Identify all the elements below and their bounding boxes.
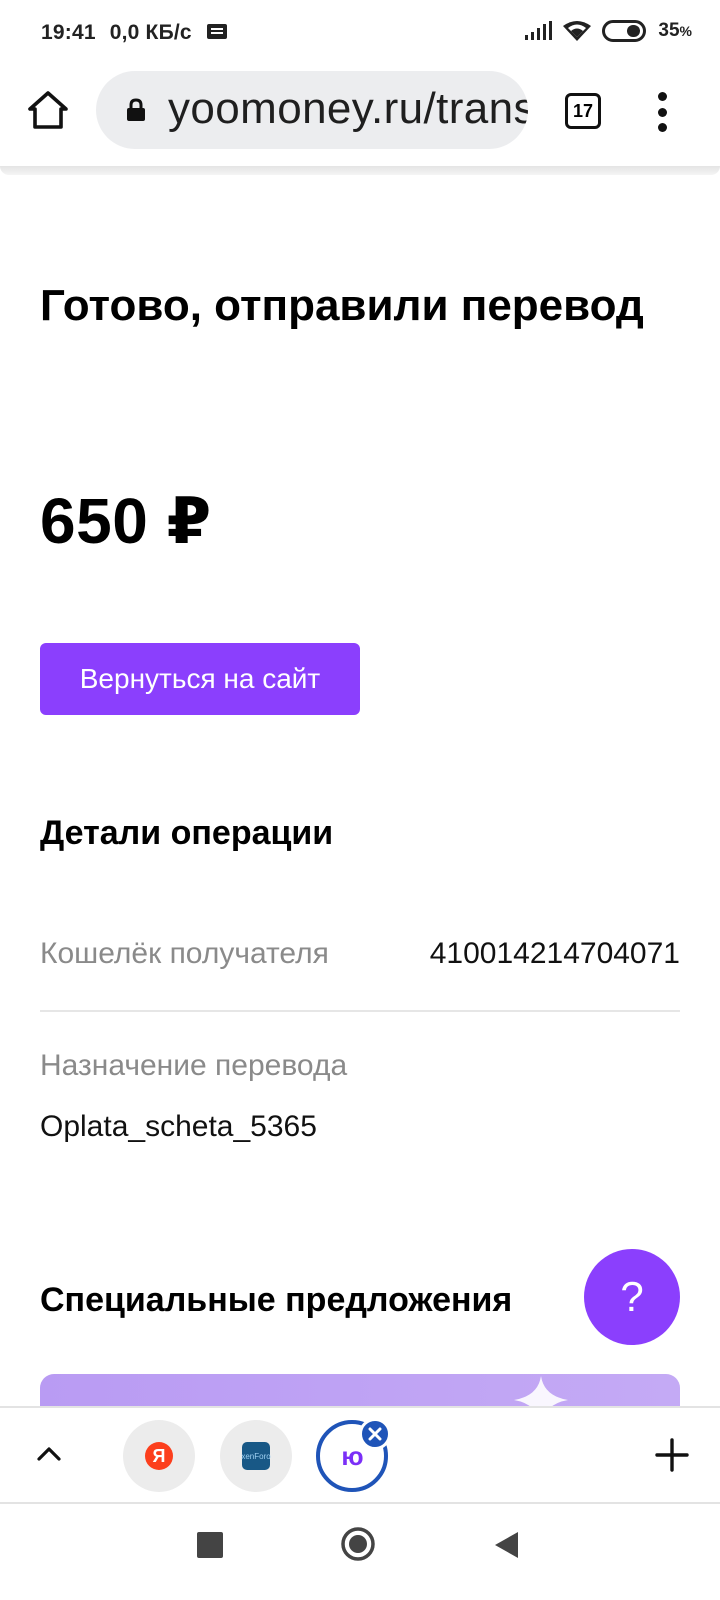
tab-yandex[interactable]: Я (123, 1420, 195, 1492)
url-text: yoomoney.ru/transfer/process/success (168, 84, 528, 133)
special-offers-title: Специальные предложения (40, 1281, 513, 1319)
tab-xenforo[interactable]: xenForo (220, 1420, 292, 1492)
battery-icon (602, 20, 647, 42)
help-button[interactable]: ? (584, 1249, 680, 1345)
address-bar[interactable]: yoomoney.ru/transfer/process/success (96, 71, 528, 149)
wifi-icon (563, 21, 592, 41)
tab-strip: Я xenForo ю (0, 1406, 720, 1504)
new-tab-plus-icon[interactable] (654, 1437, 690, 1473)
nav-home-icon[interactable] (340, 1526, 376, 1562)
return-to-site-button[interactable]: Вернуться на сайт (40, 643, 360, 715)
recipient-wallet-label: Кошелёк получателя (40, 937, 329, 970)
status-net-speed: 0,0 КБ/с (109, 21, 192, 44)
close-tab-icon[interactable] (359, 1418, 391, 1450)
recipient-wallet-value: 410014214704071 (429, 937, 680, 970)
status-left: 19:41 0,0 КБ/с (41, 21, 228, 45)
details-title: Детали операции (40, 814, 334, 852)
signal-icon (525, 21, 553, 40)
transfer-purpose-value: Oplata_scheta_5365 (40, 1110, 317, 1143)
lock-icon (127, 98, 145, 121)
more-menu-icon[interactable] (652, 92, 672, 132)
status-time: 19:41 (41, 21, 96, 44)
recents-icon[interactable] (197, 1532, 223, 1558)
page-title: Готово, отправили перевод (40, 281, 644, 330)
system-nav-bar (0, 1504, 720, 1600)
status-bar: 19:41 0,0 КБ/с 35% (0, 0, 720, 70)
browser-toolbar: yoomoney.ru/transfer/process/success 17 (0, 70, 720, 168)
xenforo-icon: xenForo (241, 1442, 271, 1470)
battery-level: 35% (658, 20, 692, 41)
home-icon[interactable] (26, 88, 70, 132)
toolbar-shadow (0, 166, 720, 175)
yandex-icon: Я (145, 1442, 173, 1470)
transfer-amount: 650 ₽ (40, 485, 212, 557)
back-icon[interactable] (492, 1530, 520, 1560)
transfer-purpose-label: Назначение перевода (40, 1049, 348, 1082)
tab-switcher-button[interactable]: 17 (565, 93, 601, 129)
status-right: 35% (524, 20, 692, 42)
chevron-up-icon[interactable] (34, 1439, 64, 1469)
details-divider (40, 1010, 680, 1012)
notification-icon (206, 24, 227, 39)
yoomoney-icon: ю (341, 1440, 363, 1471)
